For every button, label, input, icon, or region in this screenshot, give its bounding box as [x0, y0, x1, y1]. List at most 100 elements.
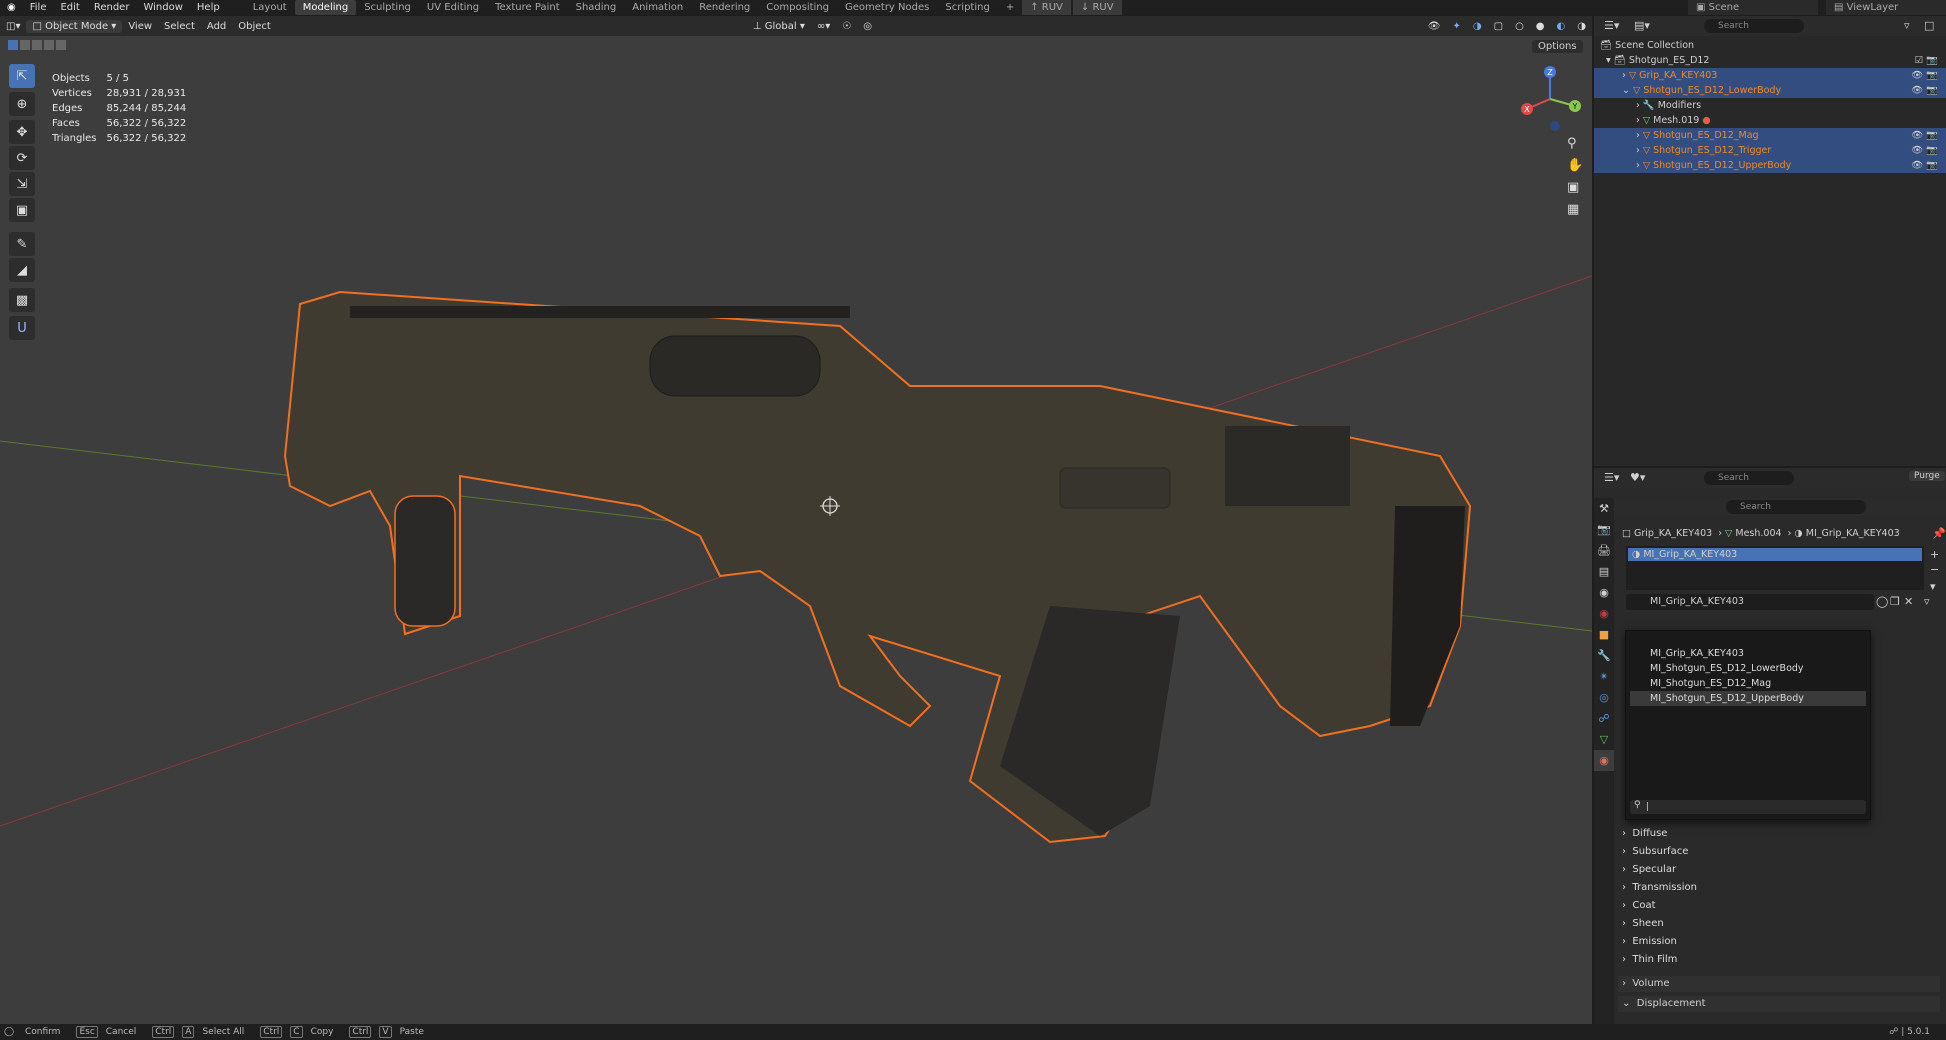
outliner-item-mag[interactable]: › ▽ Shotgun_ES_D12_Mag 👁 📷: [1594, 128, 1946, 143]
outliner-item-trigger[interactable]: › ▽ Shotgun_ES_D12_Trigger 👁 📷: [1594, 143, 1946, 158]
section-transmission[interactable]: › Transmission: [1622, 882, 1697, 893]
scale-tool-icon[interactable]: ⇲: [9, 172, 35, 196]
constraints-tab-icon[interactable]: ☍: [1594, 708, 1614, 729]
tab-modeling[interactable]: Modeling: [294, 0, 357, 15]
modifier-tab-icon[interactable]: 🔧: [1594, 645, 1614, 666]
section-sheen[interactable]: › Sheen: [1622, 918, 1664, 929]
menu-file[interactable]: File: [23, 0, 54, 15]
overlay-toggle-icon[interactable]: ◑: [1467, 21, 1488, 32]
shading-material-icon[interactable]: ◐: [1551, 21, 1572, 32]
slot-specials-icon[interactable]: ▾: [1930, 580, 1936, 593]
properties-search-input[interactable]: Search: [1726, 500, 1866, 514]
dropdown-item[interactable]: MI_Shotgun_ES_D12_LowerBody: [1630, 661, 1866, 676]
menu-edit[interactable]: Edit: [53, 0, 86, 15]
menu-help[interactable]: Help: [190, 0, 227, 15]
visibility-icon[interactable]: 👁: [1422, 21, 1447, 32]
shading-solid-icon[interactable]: ●: [1530, 21, 1551, 32]
cursor-tool-icon[interactable]: ⊕: [9, 92, 35, 116]
properties-editor-type-icon[interactable]: ☰▾: [1604, 471, 1619, 484]
section-coat[interactable]: › Coat: [1622, 900, 1656, 911]
menu-object[interactable]: Object: [232, 21, 277, 32]
outliner-item-modifiers[interactable]: › 🔧 Modifiers: [1594, 98, 1946, 113]
tab-geometry-nodes[interactable]: Geometry Nodes: [837, 0, 937, 15]
panel-volume[interactable]: › Volume: [1618, 976, 1940, 992]
shading-wireframe-icon[interactable]: ○: [1509, 21, 1530, 32]
purge-button[interactable]: Purge: [1909, 471, 1945, 481]
outliner-collection-shotgun[interactable]: ▾ 🗃 Shotgun_ES_D12 ☑ 📷: [1594, 53, 1946, 68]
shading-rendered-icon[interactable]: ◑: [1571, 21, 1592, 32]
menu-render[interactable]: Render: [87, 0, 137, 15]
menu-view[interactable]: View: [122, 21, 158, 32]
menu-add[interactable]: Add: [201, 21, 232, 32]
select-mode-subtract-icon[interactable]: [32, 40, 42, 50]
material-slot-item[interactable]: ◑ MI_Grip_KA_KEY403: [1628, 548, 1922, 561]
material-tab-icon[interactable]: ◉: [1594, 750, 1614, 771]
section-thin-film[interactable]: › Thin Film: [1622, 954, 1677, 965]
tab-animation[interactable]: Animation: [624, 0, 691, 15]
select-mode-new-icon[interactable]: [8, 40, 18, 50]
filter-icon[interactable]: ▿: [1904, 19, 1910, 32]
pan-hand-icon[interactable]: ✋: [1567, 158, 1583, 173]
render-tab-icon[interactable]: 📷: [1594, 519, 1614, 540]
blender-logo-icon[interactable]: ◉: [0, 0, 23, 15]
physics-tab-icon[interactable]: ◎: [1594, 687, 1614, 708]
transform-orientation-dropdown[interactable]: ⊥ Global ▾: [747, 21, 811, 32]
proportional-edit-icon[interactable]: ◎: [857, 21, 878, 32]
uv-tool-icon[interactable]: U: [9, 316, 35, 340]
zoom-icon[interactable]: ⚲: [1567, 136, 1577, 151]
particles-tab-icon[interactable]: ✴: [1594, 666, 1614, 687]
output-tab-icon[interactable]: 🖨: [1594, 540, 1614, 561]
outliner-item-lowerbody[interactable]: ⌄ ▽ Shotgun_ES_D12_LowerBody 👁 📷: [1594, 83, 1946, 98]
annotate-tool-icon[interactable]: ✎: [9, 232, 35, 256]
outliner-item-upperbody[interactable]: › ▽ Shotgun_ES_D12_UpperBody 👁 📷: [1594, 158, 1946, 173]
outliner-item-mesh019[interactable]: › ▽ Mesh.019 ●: [1594, 113, 1946, 128]
tab-sculpting[interactable]: Sculpting: [356, 0, 419, 15]
tool-tab-icon[interactable]: ⚒: [1594, 498, 1614, 519]
pin-icon[interactable]: 📌: [1932, 527, 1946, 540]
add-workspace-icon[interactable]: +: [998, 0, 1022, 15]
move-tool-icon[interactable]: ✥: [9, 120, 35, 144]
outliner-scene-collection[interactable]: 🗃 Scene Collection: [1594, 38, 1946, 53]
tab-layout[interactable]: Layout: [245, 0, 295, 15]
tab-texture-paint[interactable]: Texture Paint: [487, 0, 568, 15]
section-emission[interactable]: › Emission: [1622, 936, 1677, 947]
add-cube-tool-icon[interactable]: ▩: [9, 288, 35, 312]
section-specular[interactable]: › Specular: [1622, 864, 1676, 875]
tab-shading[interactable]: Shading: [568, 0, 625, 15]
select-box-tool-icon[interactable]: ⇱: [9, 64, 35, 88]
data-tab-icon[interactable]: ▽: [1594, 729, 1614, 750]
perspective-toggle-icon[interactable]: ▦: [1567, 202, 1579, 217]
menu-window[interactable]: Window: [136, 0, 189, 15]
outliner-item-grip[interactable]: › ▽ Grip_KA_KEY403 👁 📷: [1594, 68, 1946, 83]
outliner-editor-type-icon[interactable]: ☰▾: [1604, 19, 1619, 32]
object-tab-icon[interactable]: ■: [1594, 624, 1614, 645]
dropdown-search-input[interactable]: |: [1630, 800, 1866, 814]
filter-material-icon[interactable]: ▿: [1924, 595, 1930, 608]
section-diffuse[interactable]: › Diffuse: [1622, 828, 1667, 839]
select-mode-intersect-icon[interactable]: [56, 40, 66, 50]
select-mode-invert-icon[interactable]: [44, 40, 54, 50]
asset-search-input[interactable]: Search: [1704, 471, 1794, 485]
scene-selector[interactable]: ▣ Scene: [1688, 0, 1818, 15]
remove-slot-icon[interactable]: −: [1930, 563, 1939, 576]
fake-user-icon[interactable]: ◯: [1876, 595, 1888, 608]
panel-displacement[interactable]: ⌄ Displacement: [1618, 996, 1940, 1012]
heart-icon[interactable]: ♥▾: [1630, 471, 1645, 484]
pivot-icon[interactable]: ∞▾: [811, 21, 836, 32]
dropdown-item[interactable]: MI_Shotgun_ES_D12_Mag: [1630, 676, 1866, 691]
ruv-button-2[interactable]: ↓ RUV: [1072, 0, 1122, 15]
rotate-tool-icon[interactable]: ⟳: [9, 146, 35, 170]
display-mode-icon[interactable]: ▤▾: [1634, 19, 1650, 32]
editor-type-icon[interactable]: ◫▾: [0, 21, 26, 32]
view-layer-tab-icon[interactable]: ▤: [1594, 561, 1614, 582]
navigation-gizmo[interactable]: Z Y X: [1515, 64, 1585, 134]
menu-select[interactable]: Select: [158, 21, 201, 32]
shotgun-model[interactable]: [283, 290, 1472, 844]
xray-icon[interactable]: ▢: [1488, 21, 1509, 32]
dropdown-item[interactable]: MI_Grip_KA_KEY403: [1630, 646, 1866, 661]
tab-scripting[interactable]: Scripting: [937, 0, 997, 15]
select-mode-extend-icon[interactable]: [20, 40, 30, 50]
unlink-material-icon[interactable]: ✕: [1904, 595, 1913, 608]
snap-icon[interactable]: ☉: [836, 21, 857, 32]
scene-tab-icon[interactable]: ◉: [1594, 582, 1614, 603]
